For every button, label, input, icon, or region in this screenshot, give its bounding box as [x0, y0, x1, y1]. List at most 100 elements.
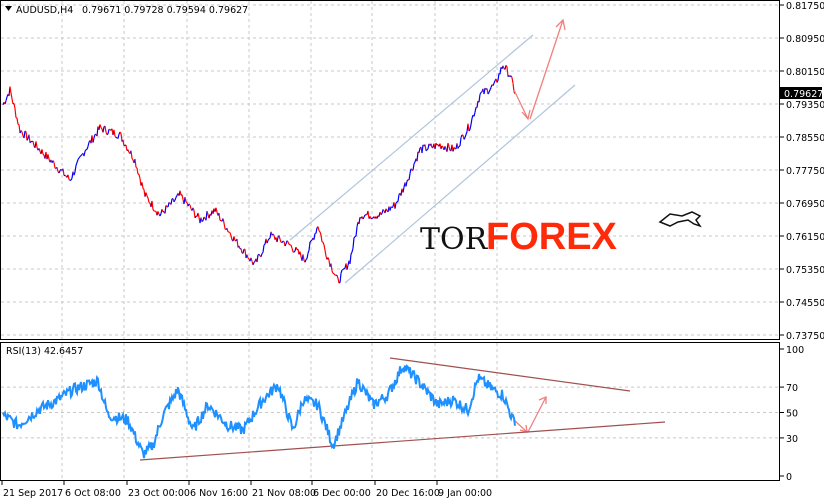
- price-segment: [83, 151, 86, 157]
- price-segment: [459, 137, 462, 147]
- price-segment: [181, 194, 184, 200]
- price-tick-label: 0.79350: [786, 100, 824, 111]
- price-segment: [203, 216, 206, 219]
- time-tick-label: 20 Dec 16:00: [376, 488, 440, 499]
- price-segment: [418, 147, 421, 153]
- price-segment: [247, 257, 250, 260]
- price-segment: [151, 200, 154, 210]
- price-segment: [416, 151, 419, 162]
- price-segment: [506, 66, 509, 77]
- price-segment: [9, 86, 12, 94]
- price-segment: [478, 94, 481, 103]
- price-segment: [47, 154, 50, 160]
- price-segment: [412, 163, 415, 171]
- price-segment: [197, 212, 200, 218]
- price-segment: [99, 124, 102, 128]
- price-segment: [380, 213, 383, 216]
- grid: [1, 1, 779, 480]
- price-segment: [286, 240, 289, 243]
- price-segment: [267, 238, 270, 241]
- price-segment: [70, 177, 73, 181]
- current-price-label: 0.79627: [784, 89, 823, 100]
- price-tick-label: 0.74550: [786, 298, 824, 309]
- price-segment: [395, 201, 398, 204]
- svg-text:FOREX: FOREX: [486, 216, 618, 258]
- price-segment: [261, 251, 264, 255]
- price-segment: [145, 192, 148, 197]
- price-segment: [38, 148, 41, 152]
- price-segment: [330, 263, 333, 271]
- price-segment: [313, 233, 316, 240]
- price-segment: [339, 273, 342, 283]
- time-tick-label: 23 Oct 00:00: [128, 488, 190, 499]
- price-segment: [310, 239, 313, 242]
- price-segment: [260, 253, 263, 257]
- price-segment: [152, 209, 155, 212]
- price-segment: [336, 274, 339, 279]
- price-segment: [342, 268, 345, 270]
- chart-canvas: TOR FOREX 0.817500.809500.801500.793500.…: [0, 0, 824, 499]
- price-segment: [263, 243, 266, 246]
- price-segment: [382, 209, 385, 212]
- price-segment: [406, 179, 409, 182]
- price-segment: [467, 123, 470, 132]
- price-segment: [73, 171, 76, 176]
- price-segment: [80, 154, 83, 156]
- price-segment: [305, 258, 308, 260]
- price-segment: [42, 153, 45, 156]
- price-segment: [41, 149, 44, 155]
- price-segment: [240, 248, 243, 254]
- price-segment: [324, 250, 327, 257]
- price-segment: [218, 212, 221, 221]
- rsi-tick-label: 70: [786, 383, 798, 394]
- bull-icon: [658, 211, 702, 228]
- price-segment: [242, 249, 245, 254]
- price-segment: [458, 145, 461, 148]
- price-segment: [28, 134, 31, 143]
- rsi-tick-label: 0: [786, 472, 792, 483]
- price-segment: [340, 269, 343, 274]
- price-segment: [20, 130, 23, 133]
- price-segment: [291, 247, 294, 252]
- price-segment: [319, 231, 322, 236]
- price-segment: [287, 241, 290, 245]
- price-segment: [131, 158, 134, 161]
- price-segment: [87, 142, 90, 147]
- price-segment: [238, 245, 241, 250]
- price-tick-label: 0.73750: [786, 331, 824, 342]
- price-segment: [174, 197, 177, 201]
- price-segment: [135, 166, 138, 169]
- price-segment: [408, 173, 411, 181]
- price-segment: [304, 259, 307, 263]
- price-segment: [78, 156, 81, 159]
- price-segment: [11, 98, 14, 105]
- price-segment: [58, 170, 61, 174]
- price-segment: [293, 250, 296, 253]
- price-segment: [272, 233, 275, 236]
- price-segment: [337, 278, 340, 284]
- price-segment: [165, 205, 168, 207]
- price-segment: [76, 159, 79, 163]
- price-segment: [93, 134, 96, 139]
- price-segment: [56, 167, 59, 172]
- price-segment: [32, 141, 35, 146]
- price-tick-label: 0.80950: [786, 34, 824, 45]
- price-tick-label: 0.76150: [786, 232, 824, 243]
- price-segment: [492, 82, 495, 86]
- dropdown-triangle-icon[interactable]: [5, 6, 12, 11]
- price-segment: [188, 203, 191, 206]
- price-segment: [323, 244, 326, 251]
- price-segment: [233, 236, 236, 241]
- price-segment: [425, 149, 428, 152]
- time-tick-label: 9 Jan 00:00: [438, 488, 492, 499]
- price-segment: [146, 195, 149, 199]
- price-segment: [346, 265, 349, 270]
- price-segment: [161, 209, 164, 212]
- price-segment: [505, 65, 508, 68]
- price-segment: [23, 130, 26, 139]
- price-segment: [16, 117, 19, 125]
- price-segment: [302, 254, 305, 261]
- price-segment: [114, 135, 117, 139]
- price-segment: [75, 162, 78, 166]
- price-segment: [252, 262, 255, 266]
